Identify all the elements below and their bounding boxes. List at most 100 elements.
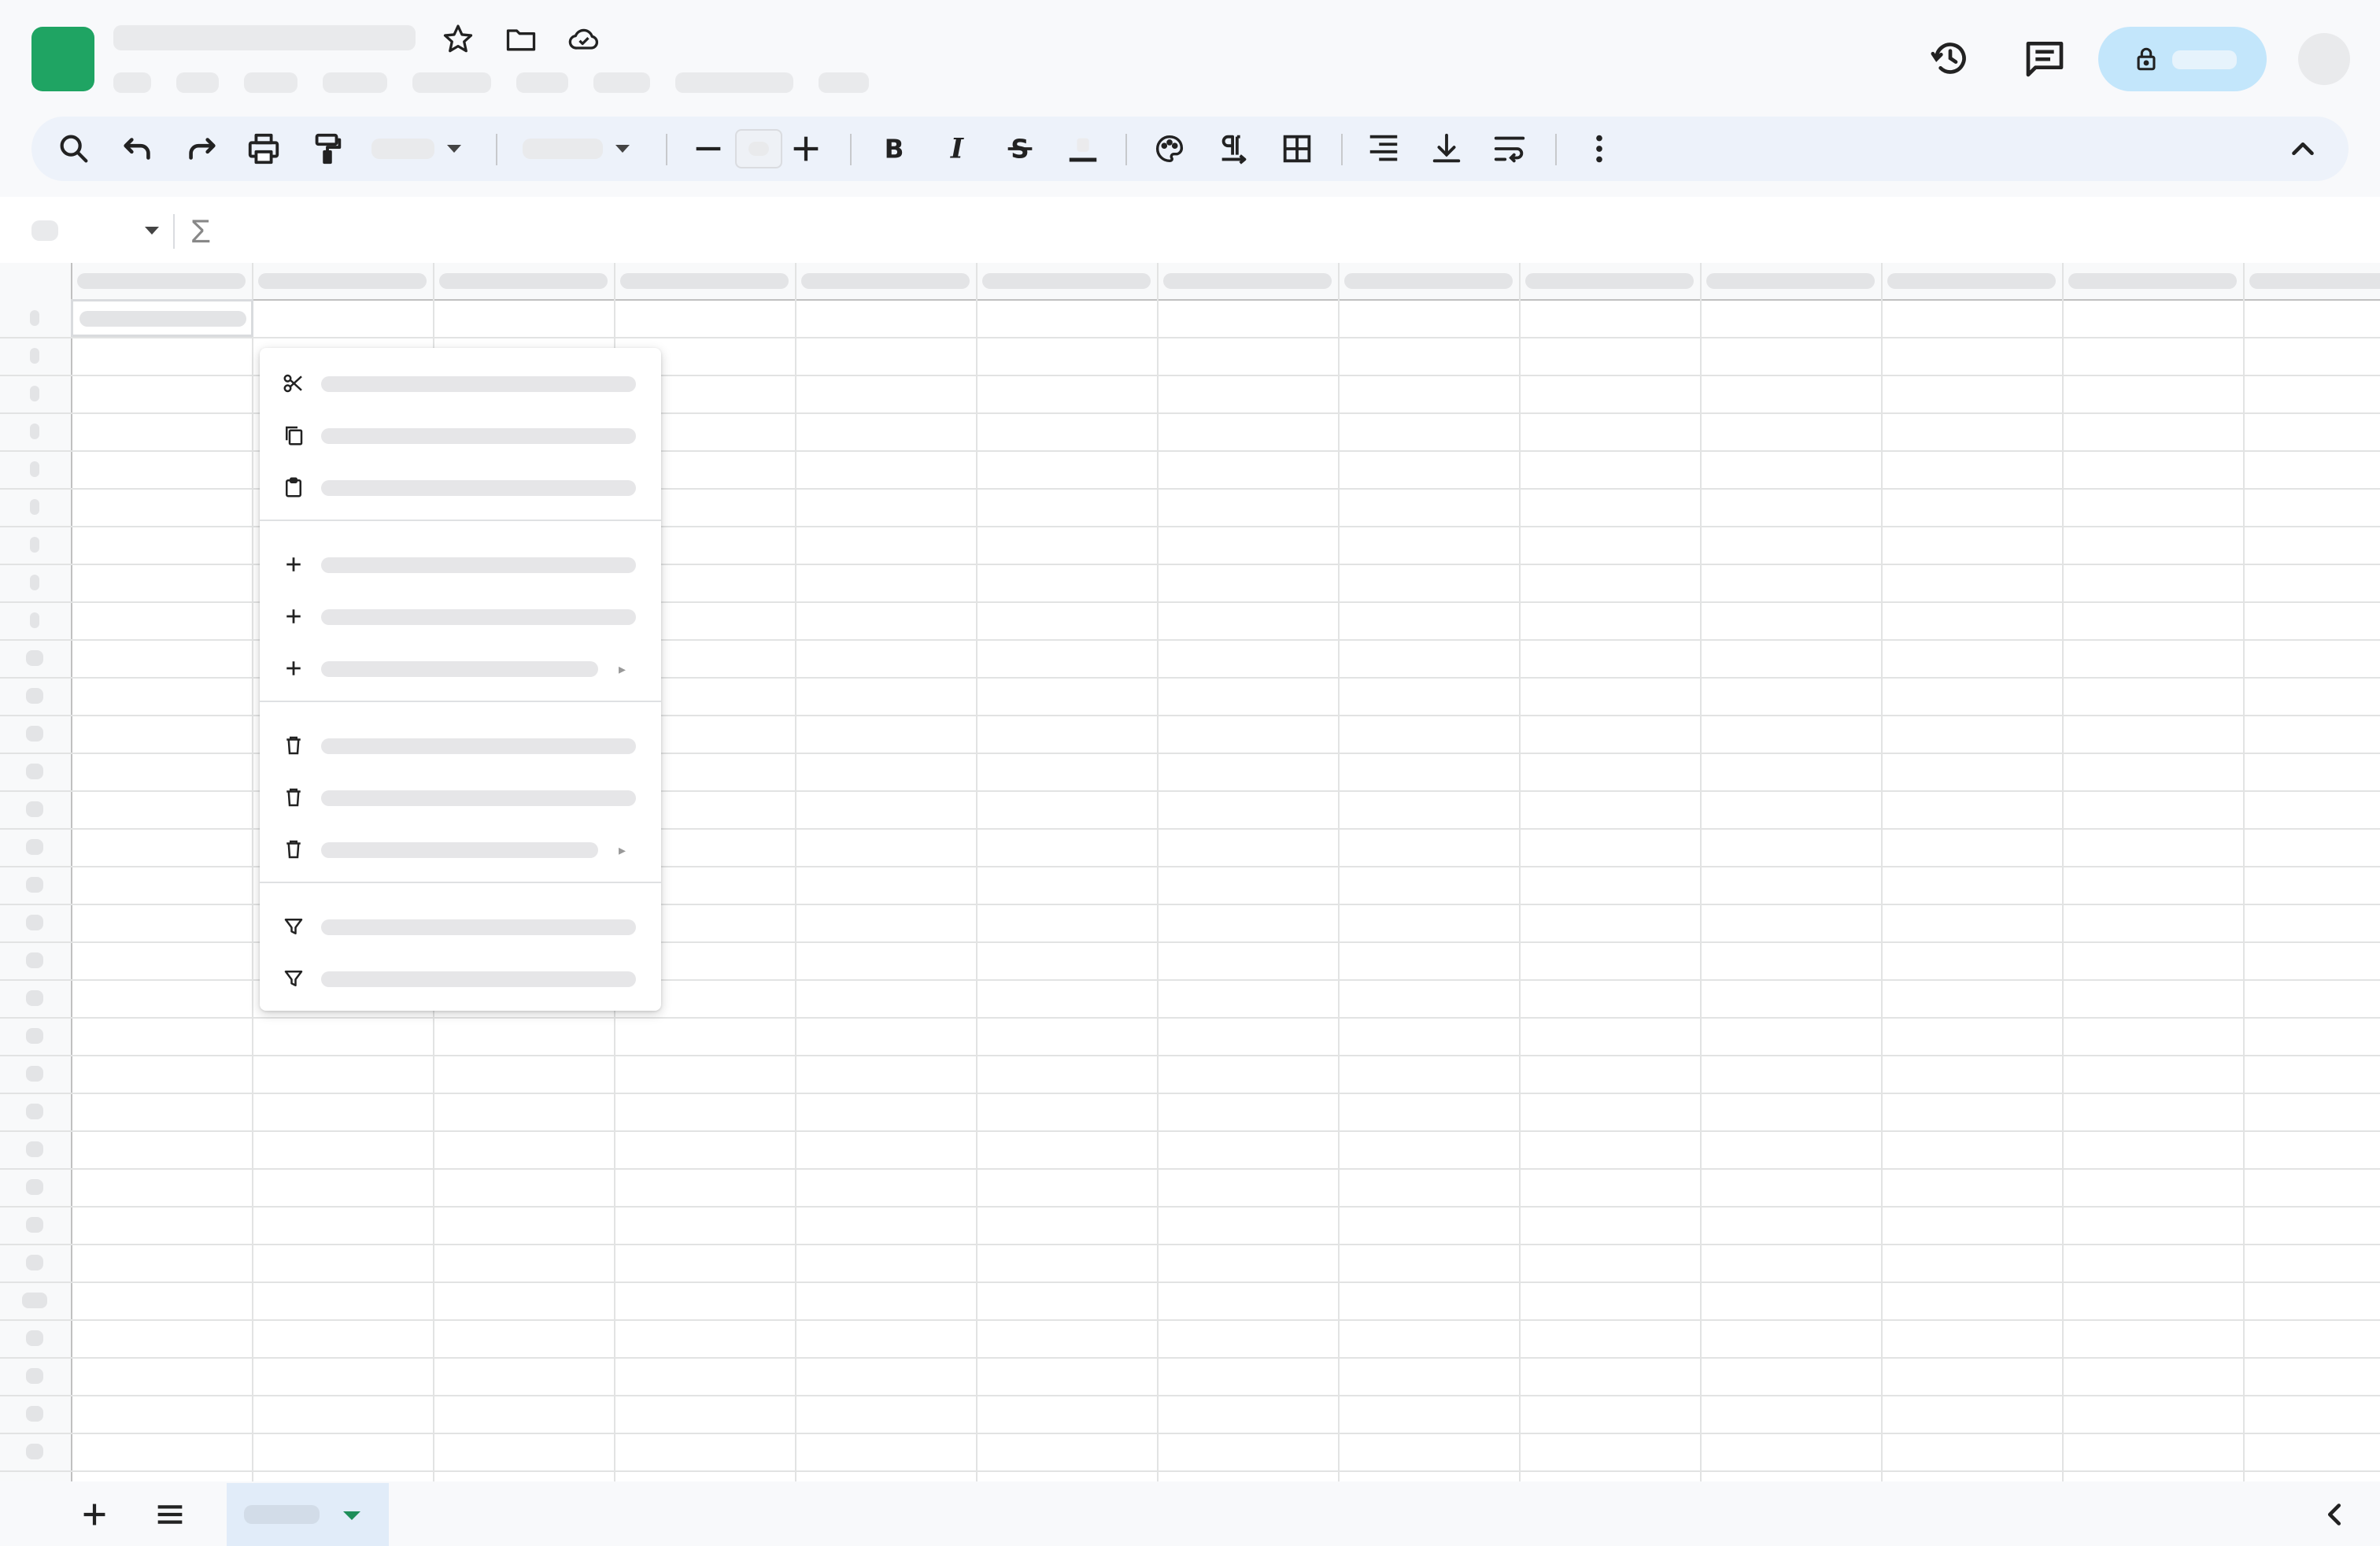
column-header[interactable]	[620, 273, 789, 289]
decrease-font-size-icon[interactable]	[686, 127, 730, 171]
menu-item[interactable]	[176, 72, 219, 93]
vertical-align-icon[interactable]	[1425, 127, 1469, 171]
menu-item-delete-submenu[interactable]: ▸	[260, 823, 661, 875]
strikethrough-icon[interactable]: S	[998, 127, 1042, 171]
font-family-select[interactable]	[523, 135, 630, 162]
redo-icon[interactable]	[179, 127, 224, 171]
menu-item-filter[interactable]	[260, 901, 661, 952]
menu-item-insert[interactable]	[260, 590, 661, 642]
menu-item[interactable]	[323, 72, 387, 93]
chevron-down-icon[interactable]	[145, 227, 159, 235]
menu-item-filter[interactable]	[260, 952, 661, 1004]
row-header[interactable]	[30, 310, 39, 326]
column-header[interactable]	[2068, 273, 2237, 289]
menu-item[interactable]	[244, 72, 298, 93]
add-sheet-icon[interactable]	[71, 1491, 118, 1538]
row-header[interactable]	[26, 990, 43, 1006]
more-options-icon[interactable]	[1577, 127, 1621, 171]
row-header[interactable]	[26, 1179, 43, 1195]
print-icon[interactable]	[242, 127, 286, 171]
row-header[interactable]	[26, 1406, 43, 1422]
column-header[interactable]	[801, 273, 970, 289]
undo-icon[interactable]	[116, 127, 160, 171]
row-header[interactable]	[30, 499, 39, 515]
row-header[interactable]	[26, 1028, 43, 1044]
app-logo[interactable]	[31, 27, 94, 91]
star-icon[interactable]	[438, 19, 479, 60]
chevron-down-icon[interactable]	[343, 1511, 360, 1520]
column-header[interactable]	[1525, 273, 1694, 289]
row-header[interactable]	[26, 1066, 43, 1082]
column-header[interactable]	[439, 273, 608, 289]
row-header[interactable]	[26, 1444, 43, 1459]
row-header[interactable]	[26, 1368, 43, 1384]
column-header[interactable]	[1163, 273, 1332, 289]
menu-item[interactable]	[819, 72, 869, 93]
row-header[interactable]	[30, 575, 39, 590]
row-header[interactable]	[26, 650, 43, 666]
increase-font-size-icon[interactable]	[784, 127, 828, 171]
collapse-side-panel-icon[interactable]	[2311, 1491, 2358, 1538]
row-header[interactable]	[26, 801, 43, 817]
menu-item-paste[interactable]	[260, 461, 661, 513]
comments-icon[interactable]	[2018, 31, 2071, 85]
menu-item-delete[interactable]	[260, 771, 661, 823]
row-header[interactable]	[30, 537, 39, 553]
menu-item-insert[interactable]	[260, 538, 661, 590]
menu-item-cut[interactable]	[260, 357, 661, 409]
menu-item[interactable]	[593, 72, 650, 93]
column-header[interactable]	[982, 273, 1151, 289]
menu-item-copy[interactable]	[260, 409, 661, 461]
menu-item[interactable]	[516, 72, 568, 93]
menu-item-insert-submenu[interactable]: ▸	[260, 642, 661, 694]
column-header[interactable]	[77, 273, 246, 289]
row-header[interactable]	[26, 726, 43, 742]
cloud-saved-icon[interactable]	[564, 19, 604, 60]
row-header[interactable]	[26, 1104, 43, 1119]
row-header[interactable]	[30, 612, 39, 628]
column-header[interactable]	[1344, 273, 1513, 289]
text-color-icon[interactable]	[1061, 127, 1105, 171]
document-title[interactable]	[113, 25, 416, 50]
row-header[interactable]	[26, 1255, 43, 1270]
borders-icon[interactable]	[1275, 127, 1319, 171]
menu-item[interactable]	[113, 72, 151, 93]
zoom-select[interactable]	[371, 135, 461, 162]
row-header[interactable]	[30, 348, 39, 364]
row-header[interactable]	[26, 1330, 43, 1346]
share-button[interactable]	[2098, 27, 2267, 91]
all-sheets-icon[interactable]	[146, 1491, 194, 1538]
active-cell[interactable]	[71, 299, 253, 337]
avatar[interactable]	[2298, 33, 2350, 85]
column-header[interactable]	[2249, 273, 2380, 289]
italic-icon[interactable]: I	[935, 127, 979, 171]
column-header[interactable]	[258, 273, 427, 289]
row-header[interactable]	[30, 461, 39, 477]
row-header[interactable]	[30, 386, 39, 401]
row-header[interactable]	[22, 1293, 47, 1308]
collapse-toolbar-icon[interactable]	[2281, 127, 2325, 171]
row-header[interactable]	[26, 877, 43, 893]
bold-icon[interactable]: B	[872, 127, 916, 171]
paint-format-icon[interactable]	[305, 127, 349, 171]
column-header[interactable]	[1887, 273, 2056, 289]
row-header[interactable]	[26, 1217, 43, 1233]
row-header[interactable]	[26, 1141, 43, 1157]
menu-item[interactable]	[675, 72, 793, 93]
sheet-tab[interactable]	[227, 1483, 389, 1546]
row-header[interactable]	[26, 915, 43, 930]
function-icon[interactable]: Σ	[190, 213, 211, 250]
name-box[interactable]	[31, 220, 58, 241]
menu-item-delete[interactable]	[260, 719, 661, 771]
history-icon[interactable]	[1924, 31, 1977, 85]
row-header[interactable]	[30, 423, 39, 439]
row-header[interactable]	[26, 952, 43, 968]
row-header[interactable]	[26, 764, 43, 779]
fill-color-icon[interactable]	[1148, 127, 1192, 171]
text-wrap-icon[interactable]	[1488, 127, 1532, 171]
row-header[interactable]	[26, 688, 43, 704]
column-header[interactable]	[1706, 273, 1875, 289]
text-direction-icon[interactable]	[1212, 127, 1256, 171]
font-size-input[interactable]	[735, 129, 782, 168]
horizontal-align-icon[interactable]	[1362, 127, 1406, 171]
